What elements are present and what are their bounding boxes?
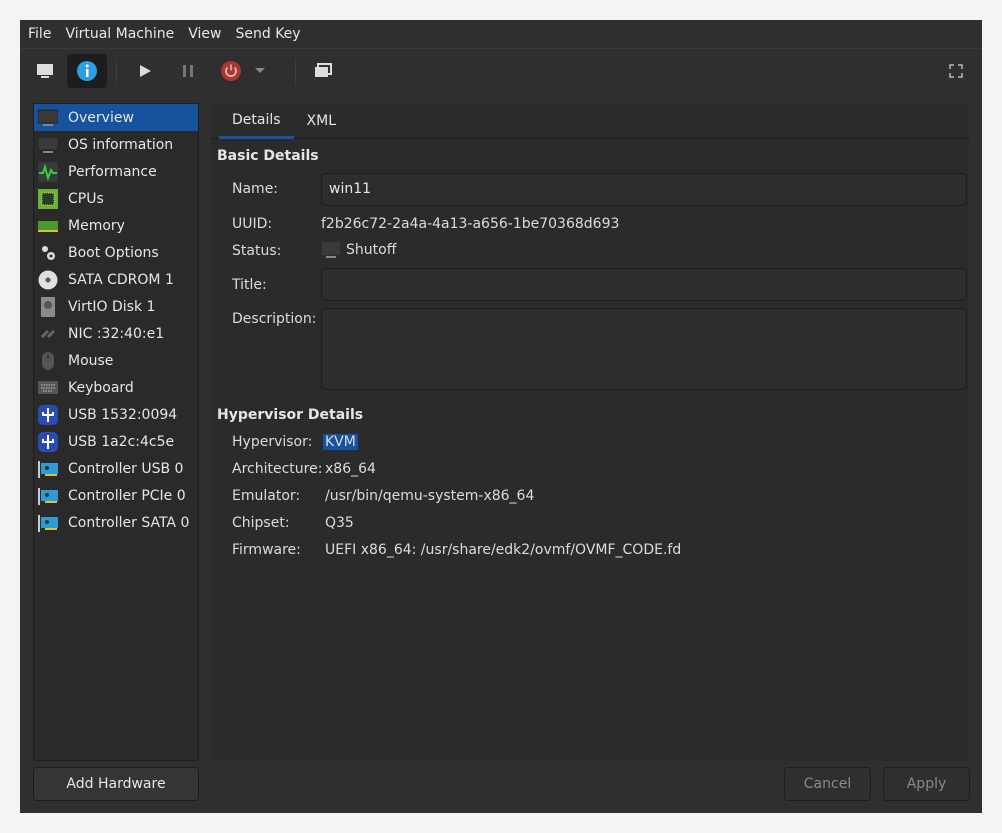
sidebar-item-label: USB 1a2c:4c5e: [68, 433, 175, 450]
sidebar-item-virtio-disk-1[interactable]: VirtIO Disk 1: [34, 293, 198, 320]
status-label: Status:: [232, 243, 282, 259]
monitor-icon: [38, 135, 58, 155]
sidebar-item-label: Controller SATA 0: [68, 514, 190, 531]
sidebar-item-label: Mouse: [68, 352, 114, 369]
cdrom-icon: [38, 270, 58, 290]
sidebar-item-controller-sata-0[interactable]: Controller SATA 0: [34, 509, 198, 536]
sidebar-item-overview[interactable]: Overview: [34, 104, 198, 131]
hypervisor-row-label: Chipset:: [232, 515, 290, 531]
hypervisor-details-heading: Hypervisor Details: [217, 407, 364, 423]
keyboard-icon: [38, 378, 58, 398]
sidebar-item-performance[interactable]: Performance: [34, 158, 198, 185]
hypervisor-row-value: x86_64: [325, 461, 376, 477]
sidebar-item-memory[interactable]: Memory: [34, 212, 198, 239]
controller-icon: [38, 513, 58, 533]
sidebar-item-label: SATA CDROM 1: [68, 271, 174, 288]
cancel-button[interactable]: Cancel: [784, 767, 871, 801]
dropdown-icon[interactable]: [250, 54, 270, 88]
sidebar-item-label: Performance: [68, 163, 157, 180]
mouse-icon: [38, 351, 58, 371]
name-label: Name:: [232, 181, 279, 197]
sidebar-item-mouse[interactable]: Mouse: [34, 347, 198, 374]
controller-icon: [38, 459, 58, 479]
disk-icon: [38, 296, 58, 317]
sidebar-item-label: CPUs: [68, 190, 104, 207]
performance-icon: [38, 161, 58, 182]
pause-icon[interactable]: [168, 54, 208, 88]
title-label: Title:: [232, 277, 267, 293]
vm-details-window: File Virtual Machine View Send Key Overv…: [20, 20, 982, 813]
sidebar-item-label: Controller PCIe 0: [68, 487, 186, 504]
usb-icon: [38, 431, 58, 452]
hypervisor-row-label: Firmware:: [232, 542, 301, 558]
hypervisor-row-label: Architecture:: [232, 461, 323, 477]
sidebar-item-controller-usb-0[interactable]: Controller USB 0: [34, 455, 198, 482]
power-icon[interactable]: [211, 54, 251, 88]
network-icon: [38, 324, 58, 344]
play-icon[interactable]: [125, 54, 165, 88]
tab-details[interactable]: Details: [219, 103, 294, 139]
sidebar-item-usb-1a2c-4c5e[interactable]: USB 1a2c:4c5e: [34, 428, 198, 455]
sidebar-item-label: Keyboard: [68, 379, 134, 396]
info-icon[interactable]: [67, 54, 107, 88]
sidebar-item-os-information[interactable]: OS information: [34, 131, 198, 158]
memory-icon: [38, 216, 58, 236]
sidebar-item-label: USB 1532:0094: [68, 406, 178, 423]
sidebar-item-controller-pcie-0[interactable]: Controller PCIe 0: [34, 482, 198, 509]
toolbar: [20, 48, 982, 92]
menu-send-key[interactable]: Send Key: [235, 26, 300, 42]
hardware-list: Overview OS information Performance CPUs Mem…: [33, 103, 199, 761]
apply-button[interactable]: Apply: [883, 767, 970, 801]
sidebar-item-label: NIC :32:40:e1: [68, 325, 165, 342]
menubar: File Virtual Machine View Send Key: [20, 20, 982, 48]
controller-icon: [38, 486, 58, 506]
shutoff-icon: [322, 242, 340, 258]
hypervisor-row-value: Q35: [325, 515, 354, 531]
tab-xml[interactable]: XML: [294, 103, 349, 139]
sidebar-item-cpus[interactable]: CPUs: [34, 185, 198, 212]
status-value: Shutoff: [321, 241, 396, 259]
menu-view[interactable]: View: [188, 26, 221, 42]
toolbar-separator: [116, 59, 117, 85]
add-hardware-button[interactable]: Add Hardware: [33, 767, 199, 801]
hypervisor-row-value: UEFI x86_64: /usr/share/edk2/ovmf/OVMF_C…: [325, 542, 682, 558]
description-textarea[interactable]: [321, 308, 967, 390]
gears-icon: [38, 243, 58, 263]
cpu-icon: [38, 188, 58, 209]
monitor-icon: [38, 108, 58, 128]
sidebar-item-keyboard[interactable]: Keyboard: [34, 374, 198, 401]
console-icon[interactable]: [25, 54, 65, 88]
toolbar-separator: [295, 59, 296, 85]
description-label: Description:: [232, 311, 317, 327]
status-text: Shutoff: [346, 242, 397, 258]
menu-file[interactable]: File: [28, 26, 51, 42]
menu-virtual-machine[interactable]: Virtual Machine: [65, 26, 174, 42]
name-input[interactable]: win11: [321, 173, 967, 206]
uuid-label: UUID:: [232, 216, 273, 232]
sidebar-item-label: VirtIO Disk 1: [68, 298, 156, 315]
sidebar-item-sata-cdrom-1[interactable]: SATA CDROM 1: [34, 266, 198, 293]
uuid-value: f2b26c72-2a4a-4a13-a656-1be70368d693: [321, 216, 620, 232]
details-panel: Details XML Basic Details Name: win11 UU…: [211, 103, 969, 761]
sidebar-item-label: Controller USB 0: [68, 460, 184, 477]
hypervisor-row-value: KVM: [323, 434, 358, 450]
usb-icon: [38, 404, 58, 425]
sidebar-item-boot-options[interactable]: Boot Options: [34, 239, 198, 266]
hypervisor-row-label: Emulator:: [232, 488, 301, 504]
sidebar-item-label: Boot Options: [68, 244, 159, 261]
sidebar-item-nic-32-40-e1[interactable]: NIC :32:40:e1: [34, 320, 198, 347]
tab-bar: Details XML: [211, 103, 969, 139]
basic-details-heading: Basic Details: [217, 148, 319, 164]
sidebar-item-usb-1532-0094[interactable]: USB 1532:0094: [34, 401, 198, 428]
sidebar-item-label: Memory: [68, 217, 125, 234]
fullscreen-icon[interactable]: [936, 54, 976, 88]
sidebar-item-label: Overview: [68, 109, 134, 126]
title-input[interactable]: [321, 268, 967, 301]
hypervisor-row-label: Hypervisor:: [232, 434, 313, 450]
hypervisor-row-value: /usr/bin/qemu-system-x86_64: [325, 488, 535, 504]
snapshot-icon[interactable]: [303, 54, 343, 88]
sidebar-item-label: OS information: [68, 136, 174, 153]
